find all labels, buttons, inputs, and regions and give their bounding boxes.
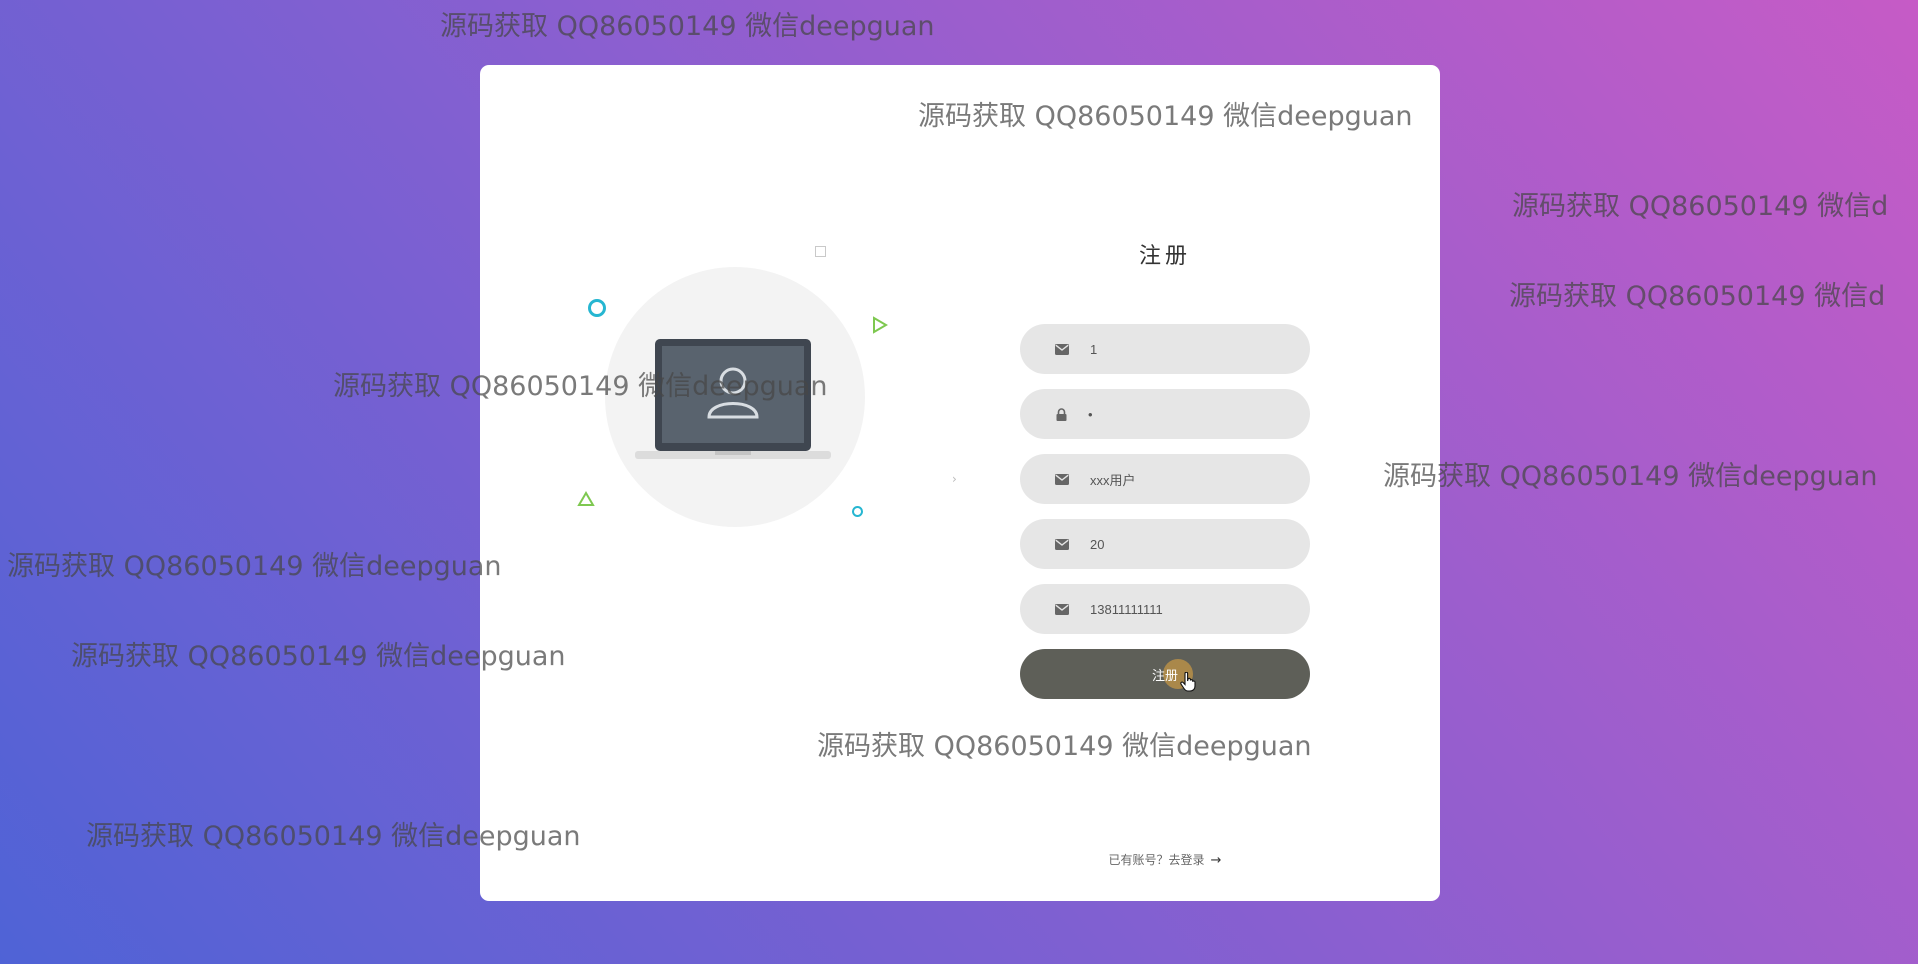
decor-up-triangle-icon [577,491,595,506]
register-button[interactable]: 注册 [1020,649,1310,699]
envelope-icon [1054,342,1069,357]
login-link-text: 已有账号？去登录 [1108,853,1205,867]
hand-cursor-icon [1180,672,1196,692]
password-field[interactable]: • [1020,389,1310,439]
phone-input[interactable] [1088,600,1292,618]
nickname-input[interactable] [1088,470,1292,488]
watermark: 源码获取 QQ86050149 微信deepguan [1383,461,1878,492]
decor-chevron-icon: › [952,472,957,486]
register-card: › 注册 • [480,65,1440,901]
decor-small-circle-icon [852,506,863,517]
envelope-icon [1054,472,1069,487]
envelope-icon [1054,537,1069,552]
watermark: 源码获取 QQ86050149 微信d [1509,281,1886,312]
age-field[interactable] [1020,519,1310,569]
watermark: 源码获取 QQ86050149 微信deepguan [440,11,935,42]
register-button-label: 注册 [1151,668,1178,684]
password-input[interactable]: • [1088,407,1288,422]
form-title: 注册 [1138,244,1191,269]
username-field[interactable] [1020,324,1310,374]
phone-field[interactable] [1020,584,1310,634]
login-link[interactable]: 已有账号？去登录 → [1020,851,1310,868]
decor-circle-icon [588,299,606,317]
register-form: 注册 • [1020,65,1310,901]
watermark: 源码获取 QQ86050149 微信d [1512,191,1889,222]
lock-icon [1054,407,1069,422]
decor-play-triangle-icon [873,316,888,334]
nickname-field[interactable] [1020,454,1310,504]
username-input[interactable] [1088,340,1292,358]
age-input[interactable] [1088,535,1292,553]
laptop-user-icon [635,339,831,459]
watermark: 源码获取 QQ86050149 微信deepguan [7,551,502,582]
arrow-right-icon: → [1210,853,1222,868]
envelope-icon [1054,602,1069,617]
illustration [480,65,960,665]
decor-square-icon [815,246,826,257]
